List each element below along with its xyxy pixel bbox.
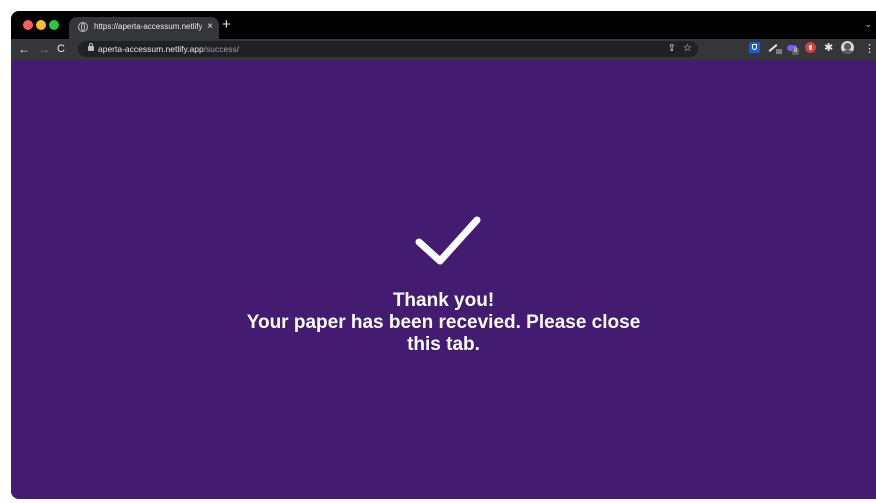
address-bar[interactable]: aperta-accessum.netlify.app/success/ ⇪ ☆	[78, 41, 698, 57]
url-path: /success/	[203, 44, 240, 54]
chevron-down-icon[interactable]: ⌄	[864, 19, 872, 30]
page-content: Thank you! Your paper has been recevied.…	[11, 60, 876, 499]
extension-badge: 8	[792, 48, 799, 55]
new-tab-button[interactable]: +	[222, 16, 231, 34]
browser-window: https://aperta-accessum.netlify.app/succ…	[11, 11, 876, 499]
bookmark-star-icon[interactable]: ☆	[683, 42, 692, 56]
purple-extension-icon[interactable]: 8	[786, 42, 800, 55]
active-tab[interactable]: https://aperta-accessum.netlify.app/succ…	[69, 17, 219, 39]
thank-you-heading: Thank you!	[392, 290, 495, 311]
close-window-button[interactable]	[23, 20, 33, 30]
message-line-2: this tab.	[407, 334, 480, 355]
success-message: Thank you! Your paper has been recevied.…	[211, 290, 676, 356]
minimize-window-button[interactable]	[36, 20, 46, 30]
lock-icon[interactable]	[88, 43, 94, 51]
globe-icon	[78, 22, 88, 32]
reload-button[interactable]: C	[57, 41, 65, 57]
url-host: aperta-accessum.netlify.app	[98, 44, 204, 54]
maximize-window-button[interactable]	[49, 20, 59, 30]
tab-strip: https://aperta-accessum.netlify.app/succ…	[11, 11, 876, 39]
checkmark-icon	[415, 216, 481, 265]
more-menu-icon[interactable]: ⋮	[864, 41, 875, 57]
back-button[interactable]: ←	[18, 41, 30, 57]
browser-toolbar: ← → C aperta-accessum.netlify.app/succes…	[11, 39, 876, 60]
url-text[interactable]: aperta-accessum.netlify.app/success/	[98, 43, 239, 55]
red-extension-icon[interactable]	[805, 42, 816, 53]
bitwarden-icon[interactable]	[749, 42, 760, 53]
tab-title: https://aperta-accessum.netlify.app/succ…	[94, 22, 202, 31]
tab-close-button[interactable]: ×	[207, 20, 213, 34]
pencil-icon[interactable]	[768, 42, 782, 54]
forward-button[interactable]: →	[38, 41, 50, 57]
puzzle-icon[interactable]: ✱	[824, 42, 836, 54]
share-icon[interactable]: ⇪	[668, 42, 676, 56]
message-line-1: Your paper has been recevied. Please clo…	[246, 312, 641, 333]
profile-avatar[interactable]	[841, 41, 854, 54]
